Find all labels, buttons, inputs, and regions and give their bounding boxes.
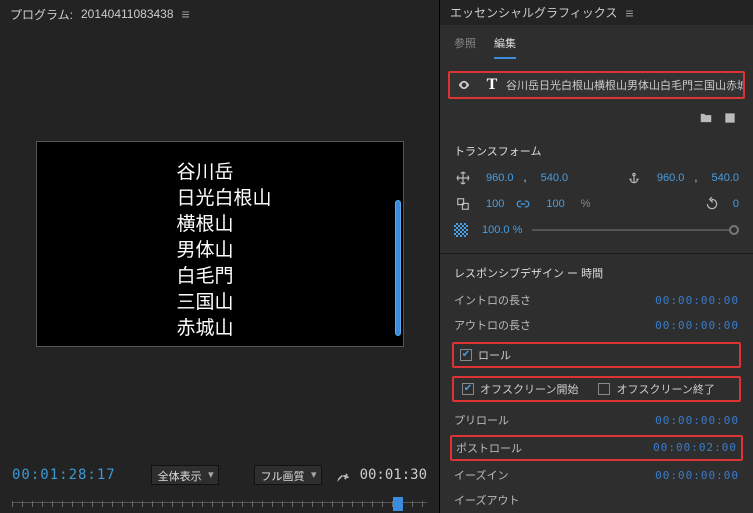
transform-title: トランスフォーム xyxy=(440,135,753,165)
link-icon[interactable] xyxy=(514,197,532,211)
program-panel-header: プログラム: 20140411083438 ≡ xyxy=(0,0,439,28)
visibility-icon[interactable] xyxy=(450,78,478,92)
opacity-value[interactable]: 100.0 % xyxy=(482,224,522,236)
position-y[interactable]: 540.0 xyxy=(541,172,569,184)
offscreen-row: ✔ オフスクリーン開始 オフスクリーン終了 xyxy=(452,376,741,402)
anchor-y[interactable]: 540.0 xyxy=(711,172,739,184)
offscreen-start-label: オフスクリーン開始 xyxy=(480,381,578,397)
intro-timecode[interactable]: 00:00:00:00 xyxy=(655,294,739,307)
panel-menu-icon[interactable]: ≡ xyxy=(625,5,633,21)
responsive-title: レスポンシブデザイン ー 時間 xyxy=(440,257,753,287)
program-monitor: 谷川岳 日光白根山 横根山 男体山 白毛門 三国山 赤城山 xyxy=(0,28,439,459)
roll-checkbox-row[interactable]: ✔ ロール xyxy=(452,342,741,368)
offscreen-start-checkbox[interactable]: ✔ xyxy=(462,383,474,395)
postroll-label: ポストロール xyxy=(456,440,522,456)
program-name: 20140411083438 xyxy=(81,7,174,21)
rotation-icon xyxy=(705,197,719,211)
position-icon xyxy=(454,171,472,185)
outro-label: アウトロの長さ xyxy=(454,317,531,333)
fit-dropdown[interactable]: 全体表示 xyxy=(151,465,219,485)
opacity-slider[interactable] xyxy=(532,229,739,231)
preroll-timecode[interactable]: 00:00:00:00 xyxy=(655,414,739,427)
postroll-timecode[interactable]: 00:00:02:00 xyxy=(653,441,737,454)
outro-timecode[interactable]: 00:00:00:00 xyxy=(655,319,739,332)
easein-timecode[interactable]: 00:00:00:00 xyxy=(655,469,739,482)
settings-icon[interactable] xyxy=(336,467,350,483)
text-layer-row[interactable]: T 谷川岳日光白根山横根山男体山白毛門三国山赤城山 xyxy=(448,71,745,98)
timeline-ruler[interactable] xyxy=(12,493,427,511)
new-group-icon[interactable] xyxy=(699,111,713,125)
easein-label: イーズイン xyxy=(454,467,508,483)
offscreen-end-checkbox[interactable] xyxy=(598,383,610,395)
playhead-icon[interactable] xyxy=(393,497,403,511)
timecode-current[interactable]: 00:01:28:17 xyxy=(12,467,116,483)
roll-label: ロール xyxy=(478,347,511,363)
scale-icon xyxy=(454,197,472,211)
position-x[interactable]: 960.0 xyxy=(486,172,514,184)
scroll-indicator[interactable] xyxy=(395,200,401,336)
anchor-icon xyxy=(625,171,643,185)
rotation-value[interactable]: 0 xyxy=(733,198,739,210)
quality-dropdown[interactable]: フル画質 xyxy=(254,465,322,485)
easeout-label: イーズアウト xyxy=(454,492,519,508)
program-label: プログラム: xyxy=(10,6,73,23)
opacity-icon xyxy=(454,223,468,237)
tab-edit[interactable]: 編集 xyxy=(494,35,516,59)
credit-text: 谷川岳 日光白根山 横根山 男体山 白毛門 三国山 赤城山 xyxy=(177,160,272,342)
egp-panel-header: エッセンシャルグラフィックス ≡ xyxy=(440,0,753,25)
timecode-duration: 00:01:30 xyxy=(360,467,427,483)
egp-title: エッセンシャルグラフィックス xyxy=(450,4,617,21)
layer-name: 谷川岳日光白根山横根山男体山白毛門三国山赤城山 xyxy=(506,77,743,93)
panel-menu-icon[interactable]: ≡ xyxy=(182,6,190,22)
text-layer-icon: T xyxy=(478,76,506,94)
video-preview[interactable]: 谷川岳 日光白根山 横根山 男体山 白毛門 三国山 赤城山 xyxy=(36,141,404,347)
preroll-label: プリロール xyxy=(454,412,509,428)
intro-label: イントロの長さ xyxy=(454,292,531,308)
offscreen-end-label: オフスクリーン終了 xyxy=(616,381,714,397)
scale-w[interactable]: 100 xyxy=(486,198,504,210)
new-layer-icon[interactable] xyxy=(723,111,737,125)
scale-h[interactable]: 100 xyxy=(546,198,564,210)
anchor-x[interactable]: 960.0 xyxy=(657,172,685,184)
tab-browse[interactable]: 参照 xyxy=(454,35,476,59)
roll-checkbox[interactable]: ✔ xyxy=(460,349,472,361)
